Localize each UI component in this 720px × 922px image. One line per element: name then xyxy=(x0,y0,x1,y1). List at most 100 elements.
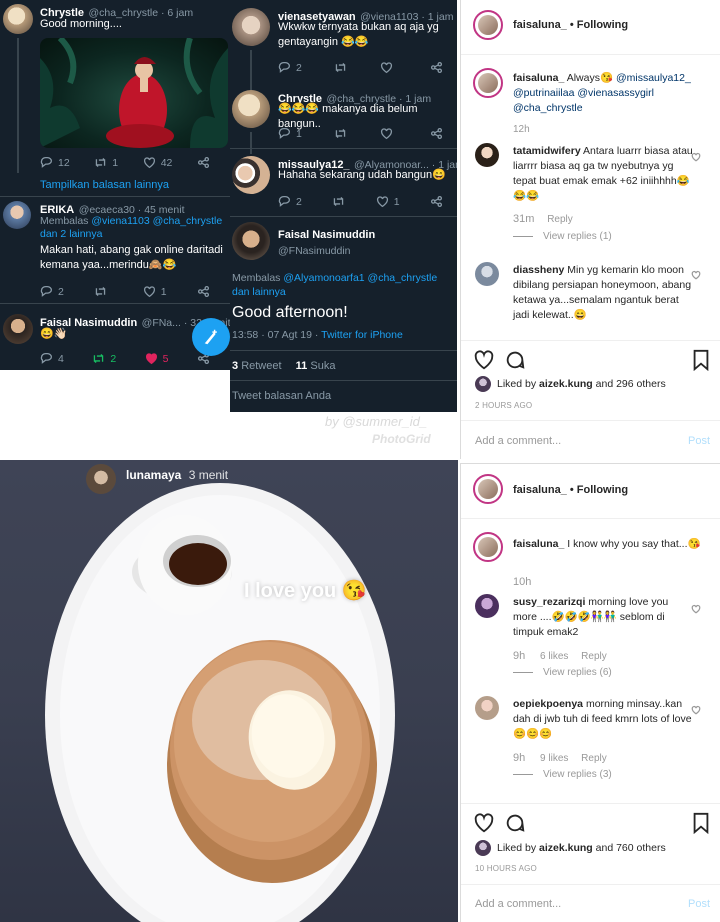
post-comment-button[interactable]: Post xyxy=(688,898,710,910)
comment-reply-button[interactable]: Reply xyxy=(547,214,573,225)
comment-username[interactable]: susy_rezarizqi xyxy=(513,596,585,608)
comment-avatar[interactable] xyxy=(475,594,499,618)
liked-by-suffix[interactable]: and 760 others xyxy=(596,842,666,854)
liked-by-suffix[interactable]: and 296 others xyxy=(596,378,666,390)
like-button[interactable]: 5 xyxy=(145,352,169,365)
comment-avatar[interactable] xyxy=(475,262,499,286)
comment-username[interactable]: oepiekpoenya xyxy=(513,698,583,710)
like-label: Suka xyxy=(310,360,336,372)
avatar[interactable] xyxy=(3,314,33,344)
instagram-story[interactable]: lunamaya 3 menit I love you 😘 xyxy=(0,460,460,922)
share-button[interactable] xyxy=(430,127,443,140)
reply-input[interactable]: Tweet balasan Anda xyxy=(232,390,331,402)
tweet-image[interactable] xyxy=(40,38,228,148)
retweet-button[interactable] xyxy=(94,285,112,298)
comment-icon[interactable] xyxy=(504,349,526,374)
like-button[interactable]: 1 xyxy=(376,195,400,208)
like-button[interactable] xyxy=(380,61,398,74)
view-replies-button[interactable]: View replies (3) xyxy=(543,769,612,780)
reply-prefix: Membalas xyxy=(40,215,89,227)
reply-button[interactable]: 2 xyxy=(278,195,302,208)
liked-by-user[interactable]: aizek.kung xyxy=(539,842,593,854)
retweet-count[interactable]: 3 xyxy=(232,360,238,372)
comment-like-icon[interactable] xyxy=(691,705,701,715)
like-button[interactable]: 42 xyxy=(143,156,172,169)
comment-username[interactable]: diassheny xyxy=(513,264,564,276)
reply-button[interactable]: 2 xyxy=(40,285,64,298)
comment-time: 9h xyxy=(513,650,526,662)
tweet-author[interactable]: Faisal Nasimuddin xyxy=(278,229,375,241)
post-author-avatar[interactable] xyxy=(473,474,503,504)
comment-likes[interactable]: 6 likes xyxy=(540,651,568,662)
retweet-button[interactable] xyxy=(334,61,347,74)
retweet-button[interactable] xyxy=(334,127,347,140)
follow-status-button[interactable]: • Following xyxy=(570,19,628,31)
liked-by-avatar[interactable] xyxy=(475,840,491,856)
comment-like-icon[interactable] xyxy=(691,152,701,162)
comment-likes[interactable]: 9 likes xyxy=(540,753,568,764)
tweet-actions: 12 1 42 xyxy=(40,156,210,169)
avatar[interactable] xyxy=(232,156,270,194)
post-author-username[interactable]: faisaluna_ xyxy=(513,484,567,496)
post-author-username[interactable]: faisaluna_ xyxy=(513,19,567,31)
story-avatar[interactable] xyxy=(86,464,116,494)
retweet-button[interactable]: 1 xyxy=(94,156,118,169)
comment-avatar[interactable] xyxy=(475,143,499,167)
view-replies-button[interactable]: View replies (6) xyxy=(543,667,612,678)
like-icon[interactable] xyxy=(473,349,495,374)
avatar[interactable] xyxy=(3,4,33,34)
share-button[interactable] xyxy=(197,156,210,169)
add-comment-input[interactable]: Add a comment... xyxy=(475,898,561,910)
like-icon[interactable] xyxy=(473,812,495,837)
view-replies-button[interactable]: View replies (1) xyxy=(543,231,612,242)
tweet-handle: @FNasimuddin xyxy=(278,245,351,257)
reply-button[interactable]: 2 xyxy=(278,61,302,74)
save-icon[interactable] xyxy=(691,812,711,837)
tweet-client[interactable]: Twitter for iPhone xyxy=(321,329,403,341)
avatar[interactable] xyxy=(3,201,31,229)
reply-button[interactable]: 1 xyxy=(278,127,302,140)
save-icon[interactable] xyxy=(691,349,711,374)
liked-by-user[interactable]: aizek.kung xyxy=(539,378,593,390)
reply-button[interactable]: 4 xyxy=(40,352,64,365)
retweet-button[interactable]: 2 xyxy=(92,352,116,365)
post-comment-button[interactable]: Post xyxy=(688,435,710,447)
comment-username[interactable]: tatamidwifery xyxy=(513,145,581,157)
avatar[interactable] xyxy=(232,222,270,260)
share-button[interactable] xyxy=(197,285,210,298)
comment-reply-button[interactable]: Reply xyxy=(581,753,607,764)
collage-gap xyxy=(0,370,230,460)
caption-avatar[interactable] xyxy=(473,68,503,98)
story-username[interactable]: lunamaya xyxy=(126,468,181,482)
comment-time: 9h xyxy=(513,752,526,764)
share-button[interactable] xyxy=(430,61,443,74)
caption-avatar[interactable] xyxy=(473,532,503,562)
liked-by-avatar[interactable] xyxy=(475,376,491,392)
like-count[interactable]: 11 xyxy=(296,360,308,372)
post-author-avatar[interactable] xyxy=(473,10,503,40)
share-button[interactable] xyxy=(430,195,443,208)
show-more-replies-link[interactable]: Tampilkan balasan lainnya xyxy=(40,179,169,191)
comment-like-icon[interactable] xyxy=(691,270,701,280)
avatar[interactable] xyxy=(232,90,270,128)
tweet-actions: 2 1 xyxy=(40,285,210,298)
comment-like-icon[interactable] xyxy=(691,604,701,614)
add-comment-input[interactable]: Add a comment... xyxy=(475,435,561,447)
tweet-text: Hahaha sekarang udah bangun😄 xyxy=(278,169,446,181)
compose-tweet-button[interactable] xyxy=(192,318,230,356)
retweet-label: Retweet xyxy=(241,360,282,372)
post-timestamp: 2 HOURS AGO xyxy=(475,401,533,410)
comment-avatar[interactable] xyxy=(475,696,499,720)
tweet-timestamp[interactable]: 13:58 · 07 Agt 19 · xyxy=(232,329,321,341)
retweet-button[interactable] xyxy=(332,195,345,208)
comment-icon[interactable] xyxy=(504,812,526,837)
avatar[interactable] xyxy=(232,8,270,46)
caption-username[interactable]: faisaluna_ xyxy=(513,72,564,84)
comment-reply-button[interactable]: Reply xyxy=(581,651,607,662)
follow-status-button[interactable]: • Following xyxy=(570,484,628,496)
caption-username[interactable]: faisaluna_ xyxy=(513,538,564,550)
like-button[interactable] xyxy=(380,127,398,140)
tweet-text: Good morning.... xyxy=(40,18,122,30)
reply-button[interactable]: 12 xyxy=(40,156,70,169)
like-button[interactable]: 1 xyxy=(143,285,167,298)
